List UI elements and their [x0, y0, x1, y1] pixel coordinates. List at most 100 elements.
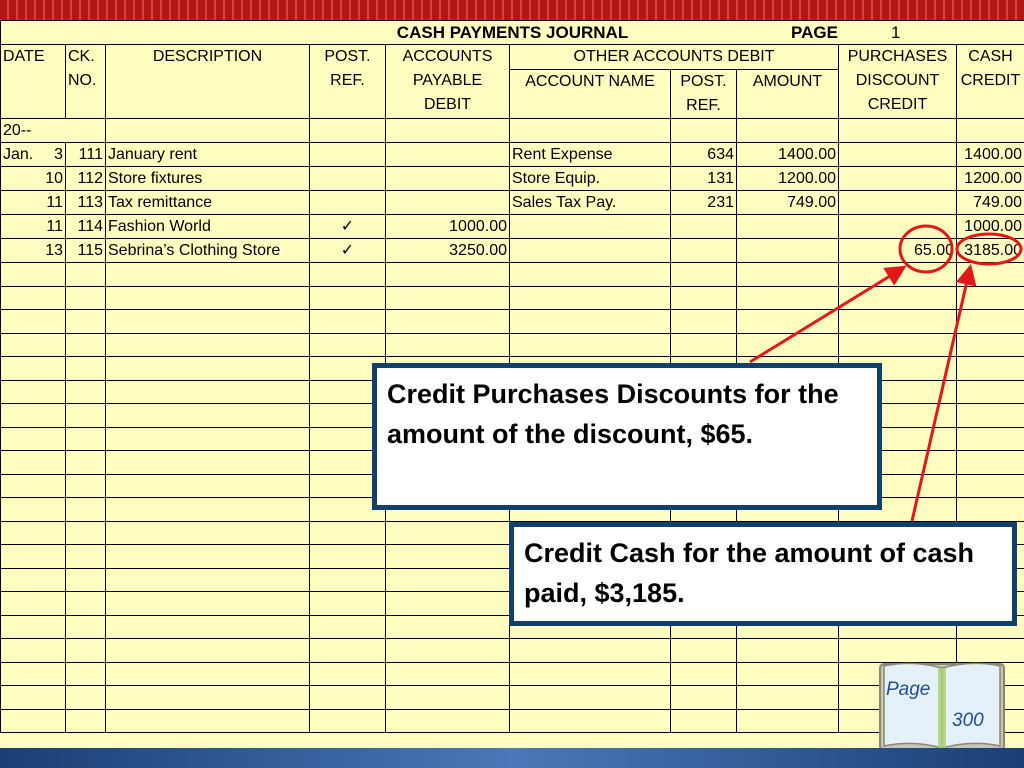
post-ref-cell	[309, 142, 386, 167]
empty-cell	[309, 520, 386, 545]
header-amount: AMOUNT	[736, 69, 839, 119]
empty-cell	[0, 638, 66, 663]
header-accounts-payable-debit: ACCOUNTS PAYABLE DEBIT	[385, 44, 510, 119]
empty-cell	[509, 332, 671, 357]
account-name-cell	[509, 214, 671, 239]
empty-cell	[65, 403, 106, 428]
empty-cell	[309, 118, 386, 143]
empty-cell	[65, 638, 106, 663]
empty-cell	[509, 638, 671, 663]
empty-cell	[385, 685, 510, 710]
empty-cell	[65, 262, 106, 287]
empty-cell	[385, 591, 510, 616]
book-page-label: Page	[886, 679, 931, 700]
empty-cell	[309, 638, 386, 663]
journal-title-row: CASH PAYMENTS JOURNAL PAGE 1	[0, 20, 1024, 45]
empty-cell	[65, 685, 106, 710]
empty-cell	[385, 544, 510, 569]
empty-cell	[955, 450, 1024, 475]
empty-cell	[0, 332, 66, 357]
empty-cell	[385, 332, 510, 357]
ap-debit-cell	[385, 190, 510, 215]
ap-debit-cell	[385, 166, 510, 191]
empty-cell	[309, 661, 386, 686]
blank-journal-row	[0, 685, 1024, 710]
empty-cell	[838, 262, 957, 287]
purchases-discount-cell	[838, 142, 957, 167]
empty-cell	[955, 309, 1024, 334]
post-ref-cell: ✓	[309, 238, 386, 263]
empty-cell	[670, 661, 737, 686]
check-number-cell: 113	[65, 190, 106, 215]
empty-cell	[736, 332, 839, 357]
empty-cell	[105, 309, 310, 334]
empty-cell	[0, 520, 66, 545]
check-number-cell: 115	[65, 238, 106, 263]
empty-cell	[105, 638, 310, 663]
empty-cell	[105, 118, 310, 143]
empty-cell	[0, 708, 66, 733]
other-post-ref-cell	[670, 214, 737, 239]
date-cell: 13	[0, 238, 66, 263]
description-cell: Fashion World	[105, 214, 310, 239]
empty-cell	[955, 332, 1024, 357]
empty-cell	[385, 661, 510, 686]
empty-cell	[65, 309, 106, 334]
empty-cell	[955, 118, 1024, 143]
header-post-ref: POST. REF.	[309, 44, 386, 119]
post-ref-cell	[309, 190, 386, 215]
check-number-cell: 114	[65, 214, 106, 239]
empty-cell	[309, 591, 386, 616]
header-other-accounts-debit: OTHER ACCOUNTS DEBIT	[509, 44, 839, 70]
empty-cell	[736, 685, 839, 710]
empty-cell	[105, 544, 310, 569]
empty-cell	[838, 309, 957, 334]
other-post-ref-cell: 231	[670, 190, 737, 215]
empty-cell	[65, 520, 106, 545]
date-cell: Jan. 3	[0, 142, 66, 167]
blank-journal-row	[0, 661, 1024, 686]
header-other-post-ref: POST. REF.	[670, 69, 737, 119]
year-cell: 20--	[0, 118, 106, 143]
header-cash-credit: CASH CREDIT	[955, 44, 1024, 119]
blank-journal-row	[0, 262, 1024, 287]
empty-cell	[736, 661, 839, 686]
ap-debit-cell: 3250.00	[385, 238, 510, 263]
header-date: DATE	[0, 44, 66, 119]
empty-cell	[309, 285, 386, 310]
empty-cell	[309, 614, 386, 639]
amount-cell: 749.00	[736, 190, 839, 215]
table-row: 13 115 Sebrina’s Clothing Store ✓ 3250.0…	[0, 238, 1024, 263]
purchases-discount-cell	[838, 214, 957, 239]
empty-cell	[955, 379, 1024, 404]
check-number-cell: 111	[65, 142, 106, 167]
empty-cell	[385, 118, 510, 143]
empty-cell	[105, 379, 310, 404]
table-row: 10 112 Store fixtures Store Equip. 131 1…	[0, 166, 1024, 191]
empty-cell	[0, 661, 66, 686]
empty-cell	[838, 118, 957, 143]
empty-cell	[670, 638, 737, 663]
amount-cell: 1200.00	[736, 166, 839, 191]
empty-cell	[0, 309, 66, 334]
date-cell: 11	[0, 190, 66, 215]
description-cell: Sebrina’s Clothing Store	[105, 238, 310, 263]
empty-cell	[0, 450, 66, 475]
empty-cell	[670, 262, 737, 287]
cash-credit-cell: 1000.00	[955, 214, 1024, 239]
amount-cell	[736, 238, 839, 263]
empty-cell	[105, 591, 310, 616]
description-cell: Store fixtures	[105, 166, 310, 191]
empty-cell	[309, 332, 386, 357]
empty-cell	[736, 262, 839, 287]
account-name-cell: Sales Tax Pay.	[509, 190, 671, 215]
empty-cell	[65, 426, 106, 451]
empty-cell	[0, 685, 66, 710]
date-cell: 11	[0, 214, 66, 239]
purchases-discount-cell	[838, 166, 957, 191]
empty-cell	[309, 685, 386, 710]
empty-cell	[105, 356, 310, 381]
empty-cell	[955, 473, 1024, 498]
cash-credit-cell: 1200.00	[955, 166, 1024, 191]
table-row: Jan. 3 111 January rent Rent Expense 634 …	[0, 142, 1024, 167]
